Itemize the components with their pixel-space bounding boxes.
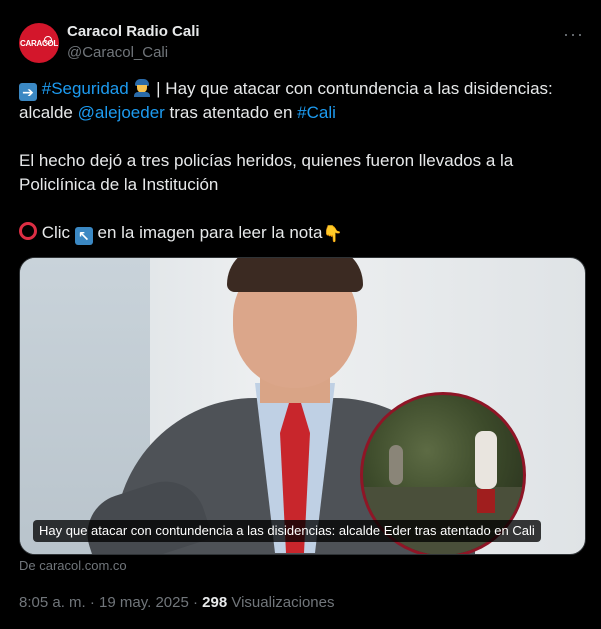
hashtag-cali[interactable]: #Cali — [297, 103, 336, 122]
tweet-tras: tras atentado en — [164, 103, 298, 122]
avatar-logo-text: CARACOL — [20, 38, 58, 48]
tweet-clic: Clic — [37, 223, 75, 242]
tweet-cta: en la imagen para leer la nota — [92, 223, 323, 242]
views-count: 298 — [202, 594, 228, 611]
tweet-paragraph-2: El hecho dejó a tres policías heridos, q… — [19, 151, 514, 194]
avatar[interactable]: CARACOL — [19, 23, 59, 63]
link-card-image[interactable]: Hay que atacar con contundencia a las di… — [19, 257, 586, 555]
arrow-up-left-icon: ↖ — [74, 227, 93, 245]
card-caption: Hay que atacar con contundencia a las di… — [33, 520, 541, 542]
author-handle[interactable]: @Caracol_Cali — [67, 44, 168, 61]
pointing-down-icon: 👇 — [322, 226, 343, 243]
tweet-line-3: Clic ↖ en la imagen para leer la nota👇 — [19, 221, 584, 247]
timestamp[interactable]: 8:05 a. m. · 19 may. 2025 · — [19, 594, 202, 611]
red-circle-icon — [19, 222, 37, 240]
tweet-line-2: alcalde @alejoeder tras atentado en #Cal… — [19, 101, 584, 125]
tweet-meta: 8:05 a. m. · 19 may. 2025 · 298 Visualiz… — [19, 594, 334, 611]
author-name[interactable]: Caracol Radio Cali — [67, 23, 200, 40]
tweet-alcalde: alcalde — [19, 103, 78, 122]
card-source-link[interactable]: De caracol.com.co — [19, 558, 127, 573]
arrow-right-icon: ➔ — [19, 83, 37, 101]
hashtag-seguridad[interactable]: #Seguridad — [42, 79, 129, 98]
views-label: Visualizaciones — [227, 594, 335, 611]
police-officer-icon — [133, 79, 151, 97]
more-horizontal-icon[interactable]: ··· — [563, 24, 584, 45]
tweet-text: ➔ #Seguridad | Hay que atacar con contun… — [19, 77, 584, 247]
tweet-headline: | Hay que atacar con contundencia a las … — [151, 79, 553, 98]
tweet-line-1: ➔ #Seguridad | Hay que atacar con contun… — [19, 77, 584, 101]
avatar-ring-icon — [44, 36, 52, 44]
mention-alejoeder[interactable]: @alejoeder — [78, 103, 165, 122]
